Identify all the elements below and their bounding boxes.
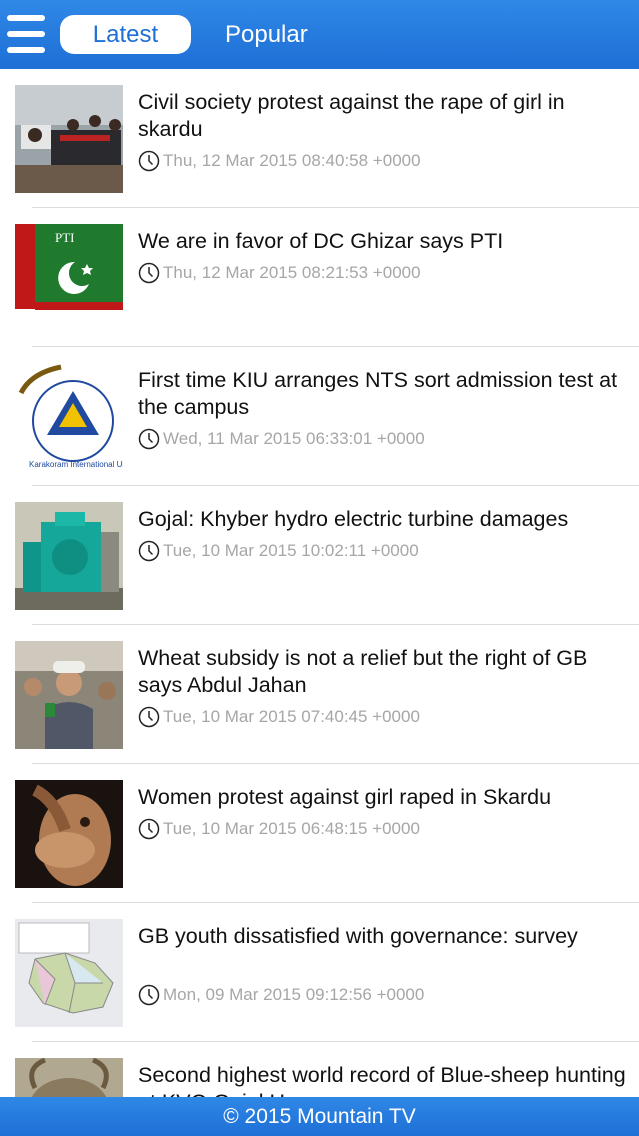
article-thumbnail — [15, 641, 123, 749]
article-title: Gojal: Khyber hydro electric turbine dam… — [138, 507, 569, 531]
clock-icon — [138, 150, 160, 172]
article-item[interactable]: Wheat subsidy is not a relief but the ri… — [0, 625, 639, 764]
pti-logo-text: PTI — [55, 230, 75, 245]
article-title: GB youth dissatisfied with governance: s… — [138, 924, 578, 948]
article-date-text: Mon, 09 Mar 2015 09:12:56 +0000 — [163, 985, 425, 1004]
article-item[interactable]: GB youth dissatisfied with governance: s… — [0, 903, 639, 1042]
article-date-text: Tue, 10 Mar 2015 07:40:45 +0000 — [163, 707, 420, 726]
article-date-text: Tue, 10 Mar 2015 06:48:15 +0000 — [163, 819, 420, 838]
article-item[interactable]: Karakoram International University First… — [0, 347, 639, 486]
top-bar: Latest Popular — [0, 0, 639, 69]
article-date: Tue, 10 Mar 2015 06:48:15 +0000 — [138, 818, 420, 840]
article-title: Second highest world record of Blue-shee… — [138, 1063, 626, 1097]
tab-latest[interactable]: Latest — [60, 15, 191, 54]
article-title: First time KIU arranges NTS sort admissi… — [138, 368, 618, 419]
article-date: Tue, 10 Mar 2015 10:02:11 +0000 — [138, 540, 419, 562]
article-date-text: Thu, 12 Mar 2015 08:40:58 +0000 — [163, 151, 421, 170]
article-item[interactable]: Women protest against girl raped in Skar… — [0, 764, 639, 903]
article-date-text: Wed, 11 Mar 2015 06:33:01 +0000 — [163, 429, 425, 448]
article-title: Civil society protest against the rape o… — [138, 90, 565, 141]
article-item[interactable]: Civil society protest against the rape o… — [0, 69, 639, 208]
kiu-logo-text: Karakoram International University — [29, 460, 123, 469]
article-date-text: Tue, 10 Mar 2015 10:02:11 +0000 — [163, 541, 419, 560]
article-item[interactable]: Gojal: Khyber hydro electric turbine dam… — [0, 486, 639, 625]
clock-icon — [138, 540, 160, 562]
article-date: Thu, 12 Mar 2015 08:21:53 +0000 — [138, 262, 421, 284]
article-title: Women protest against girl raped in Skar… — [138, 785, 552, 809]
footer-copyright: © 2015 Mountain TV — [0, 1097, 639, 1136]
article-thumbnail — [15, 780, 123, 888]
article-date: Thu, 12 Mar 2015 08:40:58 +0000 — [138, 150, 421, 172]
clock-icon — [138, 428, 160, 450]
article-date-text: Thu, 12 Mar 2015 08:21:53 +0000 — [163, 263, 421, 282]
article-thumbnail — [15, 502, 123, 610]
clock-icon — [138, 262, 160, 284]
article-title: We are in favor of DC Ghizar says PTI — [138, 229, 504, 253]
article-list[interactable]: Civil society protest against the rape o… — [0, 69, 639, 1097]
clock-icon — [138, 706, 160, 728]
clock-icon — [138, 984, 160, 1006]
hamburger-menu-icon[interactable] — [7, 15, 45, 55]
article-thumbnail — [15, 1058, 123, 1097]
article-thumbnail — [15, 85, 123, 193]
article-thumbnail: PTI — [15, 224, 123, 332]
article-thumbnail — [15, 919, 123, 1027]
article-title: Wheat subsidy is not a relief but the ri… — [138, 646, 588, 697]
article-date: Tue, 10 Mar 2015 07:40:45 +0000 — [138, 706, 420, 728]
article-thumbnail: Karakoram International University — [15, 363, 123, 471]
clock-icon — [138, 818, 160, 840]
article-item[interactable]: Second highest world record of Blue-shee… — [0, 1042, 639, 1097]
article-date: Mon, 09 Mar 2015 09:12:56 +0000 — [138, 984, 424, 1006]
article-item[interactable]: PTI We are in favor of DC Ghizar says PT… — [0, 208, 639, 347]
article-date: Wed, 11 Mar 2015 06:33:01 +0000 — [138, 428, 425, 450]
tab-popular[interactable]: Popular — [225, 17, 308, 53]
